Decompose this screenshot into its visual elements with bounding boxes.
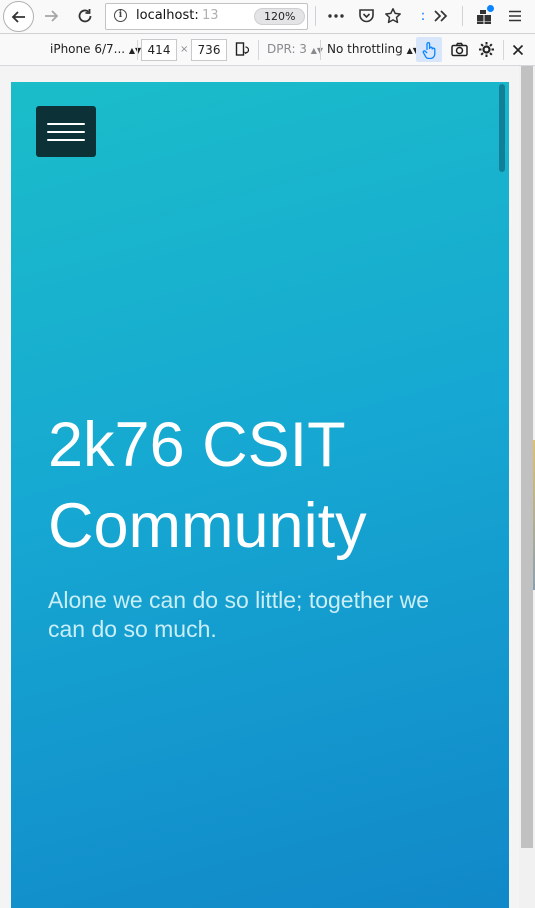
throttling-selector[interactable]: No throttling ▲▼ [327,34,419,65]
device-dropdown-icon: ▲▼ [128,46,142,55]
menu-bar-line [47,123,85,125]
dpr-selector-label: DPR: 3 [267,42,307,56]
device-selector-label: iPhone 6/7... [50,42,126,56]
url-host: localhost: [136,8,199,23]
url-port: 13 [202,8,219,23]
device-viewport: 2k76 CSIT Community Alone we can do so l… [11,82,509,908]
rdm-divider [320,40,321,60]
back-arrow-icon[interactable] [3,1,34,32]
menu-bar-line [47,139,85,141]
hamburger-menu-icon[interactable] [502,4,528,28]
notification-dot [487,5,494,12]
overflow-chevrons-icon[interactable] [428,4,454,28]
reload-icon[interactable] [72,4,98,28]
rdm-divider [503,40,504,60]
toolbar-divider-2 [462,6,463,26]
pocket-icon[interactable] [353,4,379,28]
more-actions-icon[interactable] [323,4,349,28]
throttling-selector-label: No throttling [327,42,403,56]
rdm-divider [258,40,259,60]
hero-title-line-2: Community [48,491,367,561]
url-bar[interactable]: i localhost: 13 120% [105,3,308,30]
viewport-height-input[interactable]: 736 [191,39,227,61]
settings-gear-icon[interactable] [474,37,498,62]
hero-title: 2k76 CSIT Community [48,405,488,567]
bookmark-star-icon[interactable] [380,4,406,28]
screenshot-camera-icon[interactable] [447,37,471,62]
forward-arrow-icon[interactable] [38,4,64,28]
dimension-separator: × [180,44,189,55]
viewport-scrollbar-thumb[interactable] [499,84,505,172]
responsive-design-toolbar: iPhone 6/7... ▲▼ 414 × 736 DPR: 3 ▲▼ No … [0,34,535,66]
hero-title-line-1: 2k76 CSIT [48,410,346,480]
menu-bar-line [47,131,85,133]
viewport-width-input[interactable]: 414 [141,39,177,61]
dpr-selector[interactable]: DPR: 3 ▲▼ [267,34,323,65]
close-icon[interactable] [506,37,530,62]
hero-subtitle: Alone we can do so little; together we c… [48,587,430,642]
nav-menu-button[interactable] [36,106,96,157]
rotate-device-icon[interactable] [230,37,254,62]
window-scrollbar-thumb[interactable] [521,66,533,848]
touch-simulation-icon[interactable] [416,37,442,62]
site-info-icon[interactable]: i [114,9,127,22]
toolbar-divider [315,6,316,26]
rdm-divider [137,40,138,60]
zoom-level-badge[interactable]: 120% [254,8,306,25]
device-selector[interactable]: iPhone 6/7... ▲▼ [50,34,141,65]
dpr-dropdown-icon: ▲▼ [310,46,324,55]
browser-toolbar: i localhost: 13 120% : [0,0,535,34]
